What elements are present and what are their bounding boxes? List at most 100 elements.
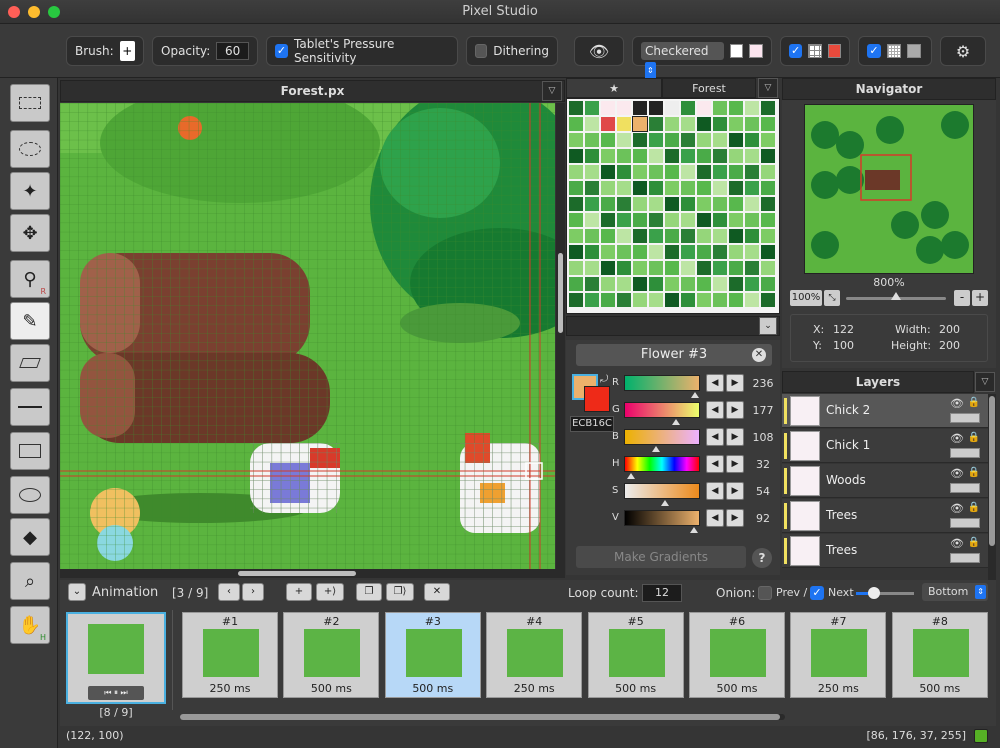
palette-swatch[interactable]	[745, 261, 759, 275]
palette-grid[interactable]	[566, 98, 780, 314]
palette-swatch[interactable]	[569, 261, 583, 275]
palette-swatch[interactable]	[617, 133, 631, 147]
palette-swatch[interactable]	[761, 181, 775, 195]
palette-swatch[interactable]	[681, 197, 695, 211]
opacity-field[interactable]: 60	[216, 42, 249, 60]
palette-swatch[interactable]	[713, 133, 727, 147]
increment-button[interactable]: ▶	[726, 428, 744, 446]
palette-swatch[interactable]	[697, 261, 711, 275]
palette-swatch[interactable]	[649, 117, 663, 131]
navigator-preview[interactable]	[804, 104, 974, 274]
swap-colors-icon[interactable]: ⤾	[600, 374, 608, 385]
palette-swatch[interactable]	[681, 101, 695, 115]
palette-swatch[interactable]	[633, 213, 647, 227]
rectangle-tool[interactable]	[10, 432, 50, 470]
drawing-canvas[interactable]	[60, 103, 555, 569]
eye-icon[interactable]: 👁	[950, 502, 964, 515]
slider-track[interactable]	[624, 402, 700, 418]
pressure-checkbox[interactable]: ✓	[275, 44, 289, 58]
zoom-out-button[interactable]: -	[954, 290, 970, 306]
palette-swatch[interactable]	[649, 229, 663, 243]
palette-swatch[interactable]	[713, 149, 727, 163]
palette-swatch[interactable]	[601, 261, 615, 275]
animation-frame[interactable]: #8 500 ms	[891, 612, 988, 698]
animation-collapse-button[interactable]: ⌄	[68, 583, 86, 601]
palette-swatch[interactable]	[649, 197, 663, 211]
layer-opacity[interactable]	[950, 518, 980, 528]
palette-swatch[interactable]	[617, 197, 631, 211]
palette-swatch[interactable]	[617, 261, 631, 275]
animation-frame[interactable]: #7 250 ms	[790, 612, 887, 698]
palette-swatch[interactable]	[601, 101, 615, 115]
palette-swatch[interactable]	[601, 229, 615, 243]
grid-color-swatch[interactable]	[827, 44, 842, 58]
palette-swatch[interactable]	[713, 181, 727, 195]
eye-icon[interactable]: 👁	[950, 432, 964, 445]
make-gradients-button[interactable]: Make Gradients	[576, 546, 746, 568]
decrement-button[interactable]: ◀	[706, 482, 724, 500]
palette-swatch[interactable]	[681, 229, 695, 243]
increment-button[interactable]: ▶	[726, 374, 744, 392]
decrement-button[interactable]: ◀	[706, 509, 724, 527]
palette-swatch[interactable]	[601, 213, 615, 227]
palette-swatch[interactable]	[681, 293, 695, 307]
decrement-button[interactable]: ◀	[706, 401, 724, 419]
eye-icon[interactable]: 👁	[950, 397, 964, 410]
copy-frame-button[interactable]: ❐⟩	[386, 583, 414, 601]
palette-swatch[interactable]	[569, 197, 583, 211]
onion-prev-checkbox[interactable]	[758, 586, 772, 600]
delete-frame-button[interactable]: ✕	[424, 583, 450, 601]
zoom-100-button[interactable]: 100%	[790, 290, 822, 306]
palette-swatch[interactable]	[681, 149, 695, 163]
palette-swatch[interactable]	[665, 133, 679, 147]
palette-swatch[interactable]	[729, 181, 743, 195]
palette-swatch[interactable]	[633, 229, 647, 243]
palette-swatch[interactable]	[665, 229, 679, 243]
palette-swatch[interactable]	[585, 181, 599, 195]
palette-swatch[interactable]	[649, 293, 663, 307]
palette-swatch[interactable]	[761, 229, 775, 243]
palette-swatch[interactable]	[601, 197, 615, 211]
slider-marker[interactable]	[690, 392, 699, 398]
duplicate-frame-button[interactable]: ❐	[356, 583, 382, 601]
palette-swatch[interactable]	[633, 181, 647, 195]
palette-swatch[interactable]	[745, 117, 759, 131]
palette-swatch[interactable]	[617, 229, 631, 243]
layer-opacity[interactable]	[950, 448, 980, 458]
pressure-group[interactable]: ✓ Tablet's Pressure Sensitivity	[266, 36, 458, 66]
ellipse-tool[interactable]	[10, 476, 50, 514]
slider-marker[interactable]	[626, 473, 635, 479]
add-frame-button[interactable]: +	[286, 583, 312, 601]
layer-opacity[interactable]	[950, 553, 980, 563]
palette-swatch[interactable]	[697, 213, 711, 227]
palette-swatch[interactable]	[633, 197, 647, 211]
lock-icon[interactable]: 🔒	[968, 397, 980, 408]
palette-swatch[interactable]	[697, 181, 711, 195]
palette-swatch[interactable]	[649, 101, 663, 115]
palette-swatch[interactable]	[601, 181, 615, 195]
tab-forest[interactable]: Forest	[662, 78, 756, 98]
palette-swatch[interactable]	[617, 245, 631, 259]
palette-swatch[interactable]	[585, 293, 599, 307]
palette-swatch[interactable]	[585, 213, 599, 227]
palette-swatch[interactable]	[585, 101, 599, 115]
layer-opacity[interactable]	[950, 483, 980, 493]
slider-track[interactable]	[624, 483, 700, 499]
palette-swatch[interactable]	[745, 133, 759, 147]
palette-swatch[interactable]	[569, 245, 583, 259]
palette-swatch[interactable]	[681, 133, 695, 147]
settings-button[interactable]: ⚙	[940, 36, 986, 66]
palette-swatch[interactable]	[729, 197, 743, 211]
preview-button[interactable]: 👁	[574, 36, 624, 66]
palette-swatch[interactable]	[569, 293, 583, 307]
palette-swatch[interactable]	[633, 277, 647, 291]
palette-swatch[interactable]	[681, 165, 695, 179]
palette-swatch[interactable]	[601, 149, 615, 163]
palette-swatch[interactable]	[713, 165, 727, 179]
zoom-slider[interactable]	[846, 292, 946, 300]
palette-swatch[interactable]	[617, 181, 631, 195]
palette-swatch[interactable]	[713, 245, 727, 259]
palette-swatch[interactable]	[745, 213, 759, 227]
lasso-tool[interactable]	[10, 130, 50, 168]
palette-swatch[interactable]	[665, 101, 679, 115]
